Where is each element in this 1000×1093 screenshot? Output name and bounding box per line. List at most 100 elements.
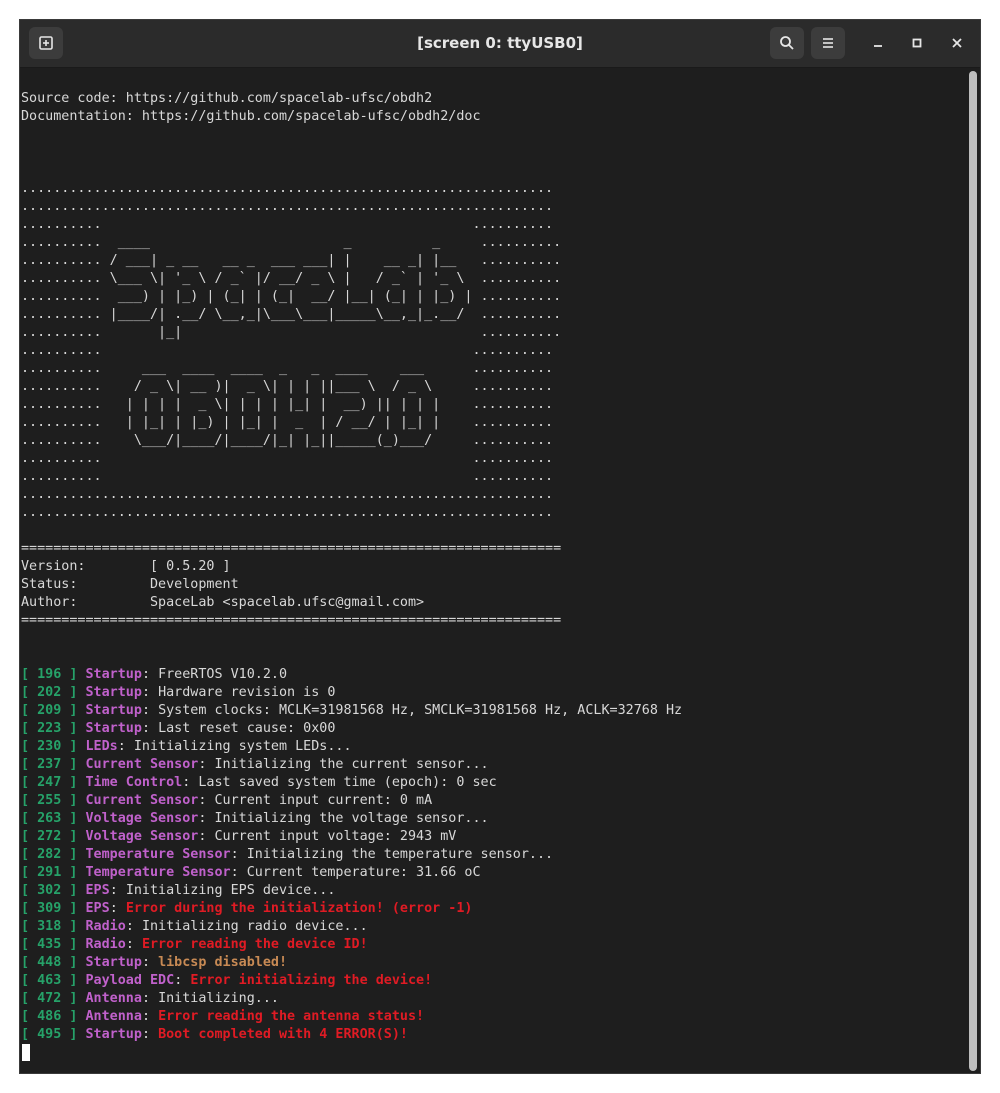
log-tag: Startup [85,721,142,736]
log-message: Initializing system LEDs... [133,739,352,754]
menu-button[interactable] [811,27,845,59]
banner-line: .......... .......... [21,469,554,484]
log-line: [ 209 ] Startup: System clocks: MCLK=319… [21,703,683,718]
search-icon [780,36,794,50]
log-message: Current input current: 0 mA [214,793,433,808]
log-tag: Startup [85,667,142,682]
separator-line: ========================================… [21,613,562,628]
log-tag: EPS [85,901,110,916]
log-line: [ 263 ] Voltage Sensor: Initializing the… [21,811,489,826]
banner-line: .......... / _ \| __ )| _ \| | | ||___ \… [21,379,554,394]
banner-line: ........................................… [21,199,554,214]
log-message: Last saved system time (epoch): 0 sec [198,775,497,790]
log-message: Initializing EPS device... [125,883,336,898]
log-tag: Antenna [85,991,142,1006]
log-line: [ 223 ] Startup: Last reset cause: 0x00 [21,721,336,736]
log-timestamp: [ 309 ] [21,901,78,916]
log-message: Initializing the voltage sensor... [214,811,489,826]
scrollbar[interactable] [969,71,977,1071]
banner-line: .......... \___/|____/|____/|_| |_||____… [21,433,554,448]
banner-line: .......... |_| .......... [21,325,562,340]
log-line: [ 255 ] Current Sensor: Current input cu… [21,793,433,808]
log-line: [ 435 ] Radio: Error reading the device … [21,937,368,952]
log-tag: Time Control [85,775,183,790]
banner-line: .......... |____/| .__/ \__,_|\___\___|_… [21,307,562,322]
close-icon [952,38,962,48]
log-message: Initializing the temperature sensor... [246,847,554,862]
log-line: [ 196 ] Startup: FreeRTOS V10.2.0 [21,667,288,682]
log-timestamp: [ 263 ] [21,811,78,826]
title-bar: [screen 0: ttyUSB0] [20,20,980,68]
log-message: Boot completed with 4 ERROR(S)! [158,1027,408,1042]
log-timestamp: [ 202 ] [21,685,78,700]
log-line: [ 318 ] Radio: Initializing radio device… [21,919,368,934]
close-button[interactable] [945,31,969,55]
log-tag: EPS [85,883,110,898]
log-message: Initializing the current sensor... [214,757,489,772]
banner-line: ........................................… [21,487,554,502]
log-line: [ 486 ] Antenna: Error reading the anten… [21,1009,425,1024]
banner-line: .......... .......... [21,217,554,232]
log-timestamp: [ 472 ] [21,991,78,1006]
minimize-icon [874,45,882,47]
log-timestamp: [ 435 ] [21,937,78,952]
log-tag: Temperature Sensor [85,865,231,880]
log-line: [ 247 ] Time Control: Last saved system … [21,775,497,790]
terminal-window: [screen 0: ttyUSB0] Source code: https:/… [19,19,981,1074]
log-timestamp: [ 247 ] [21,775,78,790]
maximize-button[interactable] [905,31,929,55]
log-tag: Voltage Sensor [85,811,199,826]
log-message: Current temperature: 31.66 oC [246,865,481,880]
log-line: [ 291 ] Temperature Sensor: Current temp… [21,865,481,880]
log-message: Initializing... [158,991,279,1006]
banner-line: .......... .......... [21,343,554,358]
maximize-icon [912,38,922,48]
log-tag: Temperature Sensor [85,847,231,862]
log-line: [ 202 ] Startup: Hardware revision is 0 [21,685,336,700]
log-message: Error initializing the device! [190,973,433,988]
hamburger-menu-icon [823,38,833,48]
log-timestamp: [ 237 ] [21,757,78,772]
log-tag: Startup [85,955,142,970]
version-line: Version: [ 0.5.20 ] [21,559,231,574]
log-tag: Startup [85,685,142,700]
log-message: libcsp disabled! [158,955,288,970]
terminal-output[interactable]: Source code: https://github.com/spacelab… [21,90,961,1070]
banner-line: .......... ___) | |_) | (_| | (_| __/ |_… [21,289,562,304]
log-line: [ 282 ] Temperature Sensor: Initializing… [21,847,554,862]
log-tag: Startup [85,703,142,718]
search-button[interactable] [770,27,804,59]
log-line: [ 472 ] Antenna: Initializing... [21,991,279,1006]
minimize-button[interactable] [866,31,890,55]
log-tag: Startup [85,1027,142,1042]
log-message: Error reading the device ID! [141,937,368,952]
log-message: Current input voltage: 2943 mV [214,829,457,844]
log-message: Error reading the antenna status! [158,1009,425,1024]
log-line: [ 302 ] EPS: Initializing EPS device... [21,883,336,898]
separator-line: ========================================… [21,541,562,556]
log-tag: Radio [85,937,126,952]
log-line: [ 448 ] Startup: libcsp disabled! [21,955,288,970]
log-timestamp: [ 230 ] [21,739,78,754]
log-timestamp: [ 209 ] [21,703,78,718]
text-cursor [22,1044,30,1061]
log-message: Error during the initialization! (error … [125,901,473,916]
banner-line: ........................................… [21,505,554,520]
log-message: FreeRTOS V10.2.0 [158,667,288,682]
log-line: [ 309 ] EPS: Error during the initializa… [21,901,473,916]
log-timestamp: [ 223 ] [21,721,78,736]
banner-line: .......... ___ ____ ____ _ _ ____ ___ ..… [21,361,554,376]
banner-line: .......... / ___| _ __ __ _ ___ ___| | _… [21,253,562,268]
documentation-line: Documentation: https://github.com/spacel… [21,109,481,124]
log-timestamp: [ 463 ] [21,973,78,988]
log-message: System clocks: MCLK=31981568 Hz, SMCLK=3… [158,703,683,718]
log-tag: Current Sensor [85,793,199,808]
log-timestamp: [ 302 ] [21,883,78,898]
log-timestamp: [ 196 ] [21,667,78,682]
banner-line: .......... | |_| | |_) | |_| | _ | / __/… [21,415,554,430]
status-line: Status: Development [21,577,239,592]
log-timestamp: [ 448 ] [21,955,78,970]
log-tag: Radio [85,919,126,934]
log-message: Hardware revision is 0 [158,685,336,700]
author-line: Author: SpaceLab <spacelab.ufsc@gmail.co… [21,595,425,610]
